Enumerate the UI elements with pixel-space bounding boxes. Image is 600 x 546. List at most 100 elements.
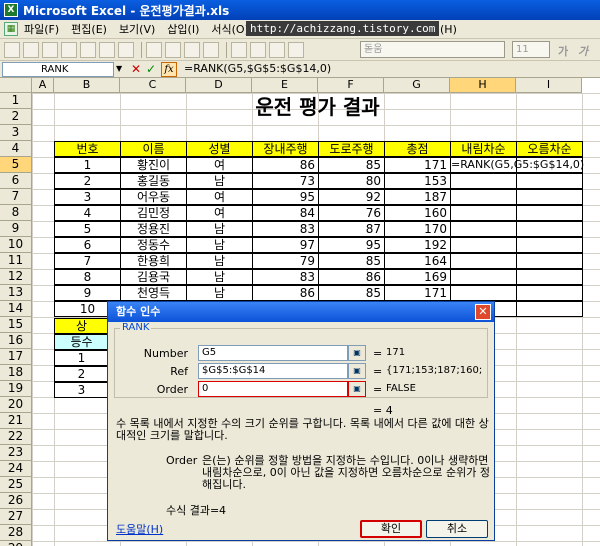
column-header-e[interactable]: E bbox=[252, 78, 318, 93]
table-cell[interactable]: 남 bbox=[186, 237, 253, 253]
column-header-h[interactable]: H bbox=[450, 78, 516, 93]
row-header[interactable]: 20 bbox=[0, 397, 32, 413]
table-cell[interactable]: 171 bbox=[384, 157, 451, 173]
order-input[interactable]: 0 bbox=[198, 381, 348, 397]
redo-icon[interactable] bbox=[250, 41, 266, 58]
menu-format[interactable]: 서식(O) bbox=[211, 21, 248, 37]
row-header[interactable]: 12 bbox=[0, 269, 32, 285]
empty-rank-cell[interactable] bbox=[450, 269, 517, 285]
empty-rank-cell[interactable] bbox=[516, 205, 583, 221]
table-cell[interactable]: 천영득 bbox=[120, 285, 187, 301]
row-header[interactable]: 4 bbox=[0, 141, 32, 157]
column-header-b[interactable]: B bbox=[54, 78, 120, 93]
header-cell[interactable]: 장내주행 bbox=[252, 141, 319, 157]
header-cell[interactable]: 이름 bbox=[120, 141, 187, 157]
autosum-icon[interactable] bbox=[288, 41, 304, 58]
table-cell[interactable]: 정용진 bbox=[120, 221, 187, 237]
table-cell[interactable]: 남 bbox=[186, 173, 253, 189]
table-cell[interactable]: 80 bbox=[318, 173, 385, 189]
row-header[interactable]: 16 bbox=[0, 333, 32, 349]
number-input[interactable]: G5 bbox=[198, 345, 348, 361]
undo-icon[interactable] bbox=[231, 41, 247, 58]
row-header[interactable]: 11 bbox=[0, 253, 32, 269]
table-cell[interactable]: 97 bbox=[252, 237, 319, 253]
table-cell[interactable]: 169 bbox=[384, 269, 451, 285]
row-header[interactable]: 26 bbox=[0, 493, 32, 509]
header-cell[interactable]: 번호 bbox=[54, 141, 121, 157]
table-cell[interactable]: 2 bbox=[54, 173, 121, 189]
row-header[interactable]: 1 bbox=[0, 93, 32, 109]
table-cell[interactable]: 남 bbox=[186, 253, 253, 269]
format-painter-icon[interactable] bbox=[203, 41, 219, 58]
table-cell[interactable]: 황진이 bbox=[120, 157, 187, 173]
empty-rank-cell[interactable] bbox=[516, 189, 583, 205]
row-header[interactable]: 9 bbox=[0, 221, 32, 237]
row-header[interactable]: 23 bbox=[0, 445, 32, 461]
open-icon[interactable] bbox=[23, 41, 39, 58]
menu-insert[interactable]: 삽입(I) bbox=[167, 21, 199, 37]
help-link[interactable]: 도움말(H) bbox=[116, 521, 163, 537]
table-cell[interactable]: 87 bbox=[318, 221, 385, 237]
copy-icon[interactable] bbox=[165, 41, 181, 58]
row-header[interactable]: 28 bbox=[0, 525, 32, 541]
table-cell[interactable]: 김용국 bbox=[120, 269, 187, 285]
spelling-icon[interactable] bbox=[118, 41, 134, 58]
row-header[interactable]: 13 bbox=[0, 285, 32, 301]
permission-icon[interactable] bbox=[61, 41, 77, 58]
row-header[interactable]: 7 bbox=[0, 189, 32, 205]
table-cell[interactable]: 86 bbox=[252, 157, 319, 173]
table-cell[interactable]: 정동수 bbox=[120, 237, 187, 253]
empty-rank-cell[interactable] bbox=[450, 189, 517, 205]
table-cell[interactable]: 171 bbox=[384, 285, 451, 301]
table-cell[interactable]: 187 bbox=[384, 189, 451, 205]
empty-rank-cell[interactable] bbox=[516, 301, 583, 317]
ok-button[interactable]: 확인 bbox=[360, 520, 422, 538]
insert-function-icon[interactable]: fx bbox=[161, 62, 177, 77]
name-box[interactable]: RANK bbox=[2, 62, 114, 77]
row-header[interactable]: 17 bbox=[0, 349, 32, 365]
table-cell[interactable]: 어우동 bbox=[120, 189, 187, 205]
table-cell[interactable]: 85 bbox=[318, 253, 385, 269]
table-cell[interactable]: 95 bbox=[252, 189, 319, 205]
save-icon[interactable] bbox=[42, 41, 58, 58]
table-cell[interactable]: 83 bbox=[252, 269, 319, 285]
row-header[interactable]: 6 bbox=[0, 173, 32, 189]
column-header-d[interactable]: D bbox=[186, 78, 252, 93]
table-cell[interactable]: 86 bbox=[252, 285, 319, 301]
print-icon[interactable] bbox=[80, 41, 96, 58]
rank-cell[interactable]: 3 bbox=[54, 382, 109, 398]
ref-input[interactable]: $G$5:$G$14 bbox=[198, 363, 348, 379]
empty-rank-cell[interactable] bbox=[516, 269, 583, 285]
table-cell[interactable]: 160 bbox=[384, 205, 451, 221]
lower-table-subheader[interactable]: 등수 bbox=[54, 334, 109, 350]
header-cell[interactable]: 오름차순 bbox=[516, 141, 583, 157]
row-header[interactable]: 19 bbox=[0, 381, 32, 397]
table-cell[interactable]: 8 bbox=[54, 269, 121, 285]
close-icon[interactable]: ✕ bbox=[475, 304, 491, 320]
table-cell[interactable]: 여 bbox=[186, 205, 253, 221]
table-cell[interactable]: 남 bbox=[186, 285, 253, 301]
cancel-button[interactable]: 취소 bbox=[426, 520, 488, 538]
select-all-corner[interactable] bbox=[0, 78, 32, 93]
row-header[interactable]: 10 bbox=[0, 237, 32, 253]
paste-icon[interactable] bbox=[184, 41, 200, 58]
table-cell[interactable]: 김민정 bbox=[120, 205, 187, 221]
table-cell[interactable]: 83 bbox=[252, 221, 319, 237]
column-header-i[interactable]: I bbox=[516, 78, 582, 93]
row-header[interactable]: 14 bbox=[0, 301, 32, 317]
empty-rank-cell[interactable] bbox=[450, 205, 517, 221]
table-cell[interactable]: 79 bbox=[252, 253, 319, 269]
row-header[interactable]: 22 bbox=[0, 429, 32, 445]
empty-rank-cell[interactable] bbox=[516, 237, 583, 253]
table-cell[interactable]: 남 bbox=[186, 221, 253, 237]
italic-button[interactable]: 가 bbox=[578, 43, 588, 59]
empty-rank-cell[interactable] bbox=[450, 173, 517, 189]
row-header[interactable]: 8 bbox=[0, 205, 32, 221]
menu-edit[interactable]: 편집(E) bbox=[71, 21, 107, 37]
table-cell[interactable]: 6 bbox=[54, 237, 121, 253]
dialog-title-bar[interactable]: 함수 인수 ✕ bbox=[108, 302, 494, 322]
row-header[interactable]: 25 bbox=[0, 477, 32, 493]
cancel-icon[interactable]: ✕ bbox=[131, 62, 141, 76]
cut-icon[interactable] bbox=[146, 41, 162, 58]
row-header[interactable]: 3 bbox=[0, 125, 32, 141]
